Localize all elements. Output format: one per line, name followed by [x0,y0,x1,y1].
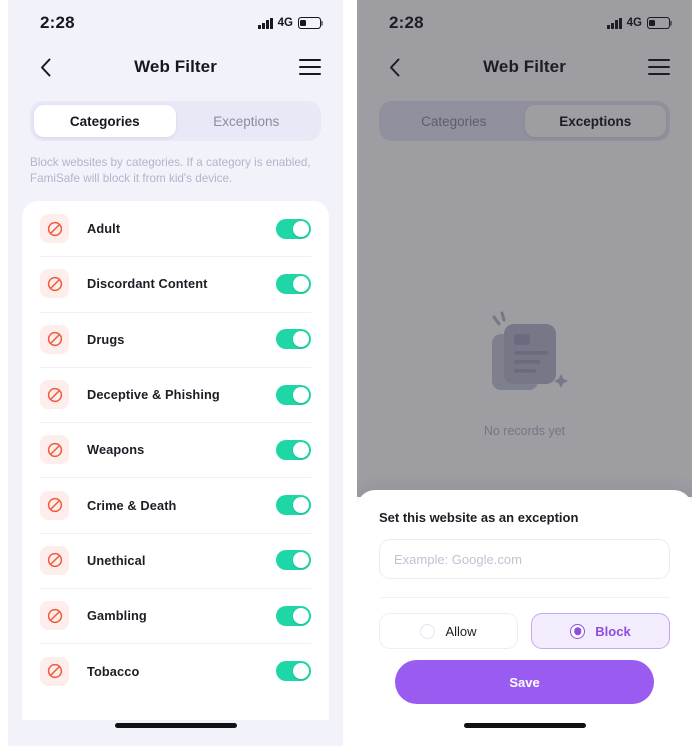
prohibition-icon [40,435,69,465]
chevron-left-icon [389,58,399,76]
category-label: Unethical [87,552,146,568]
page-title: Web Filter [483,57,566,76]
home-indicator-left [114,723,237,728]
category-label: Weapons [87,442,145,458]
save-button[interactable]: Save [395,660,654,704]
radio-allow-icon [420,623,436,639]
nav-bar-left: Web Filter [8,46,343,88]
sheet-divider [379,597,670,598]
option-allow-label: Allow [445,623,477,639]
category-label: Deceptive & Phishing [87,387,220,403]
category-label: Crime & Death [87,497,177,513]
category-toggle[interactable] [276,550,311,571]
status-bar-left: 2:28 4G [8,0,343,46]
back-button[interactable] [34,56,56,78]
category-row[interactable]: Crime & Death [22,477,329,532]
category-toggle[interactable] [276,661,311,682]
exception-bottom-sheet: Set this website as an exception Example… [357,490,692,746]
signal-bars-icon [258,17,273,29]
sheet-title: Set this website as an exception [379,510,579,525]
category-label: Discordant Content [87,276,208,292]
prohibition-icon [40,380,69,410]
documents-empty-icon [470,300,580,410]
website-url-placeholder: Example: Google.com [394,551,522,567]
signal-bars-icon [607,17,622,29]
status-bar-right: 2:28 4G [357,0,692,46]
category-toggle[interactable] [276,329,311,350]
prohibition-icon [40,214,69,244]
hamburger-menu-icon[interactable] [648,59,670,75]
category-row[interactable]: Unethical [22,532,329,588]
dual-phone-screenshot: 2:28 4G Web Filter Categories Exceptions… [0,0,700,746]
prohibition-icon [40,656,69,686]
permission-choices: Allow Block [379,613,670,649]
category-row[interactable]: Deceptive & Phishing [22,366,329,422]
prohibition-icon [40,269,69,299]
page-title: Web Filter [134,57,217,76]
option-block[interactable]: Block [531,613,670,649]
category-label: Drugs [87,331,125,347]
category-row[interactable]: Tobacco [22,643,329,698]
prohibition-icon [40,324,69,354]
category-toggle[interactable] [276,273,311,294]
status-time: 2:28 [389,13,424,32]
category-label: Adult [87,221,121,237]
tab-exceptions[interactable]: Exceptions [524,105,666,137]
tabs-container-left: Categories Exceptions [8,88,343,141]
hamburger-menu-icon[interactable] [299,59,321,75]
category-row[interactable]: Adult [22,201,329,256]
battery-icon [298,17,321,29]
phone-screen-categories: 2:28 4G Web Filter Categories Exceptions… [8,0,343,746]
home-indicator-right [463,723,586,728]
segmented-tabs-left: Categories Exceptions [30,101,321,141]
network-type-label: 4G [277,17,293,29]
prohibition-icon [40,490,69,520]
tab-exceptions[interactable]: Exceptions [176,105,318,137]
battery-icon [647,17,670,29]
tabs-container-right: Categories Exceptions [357,88,692,141]
category-toggle[interactable] [276,218,311,239]
option-block-label: Block [595,623,631,639]
status-time: 2:28 [40,13,75,32]
prohibition-icon [40,601,69,631]
network-type-label: 4G [626,17,642,29]
category-toggle[interactable] [276,384,311,405]
category-toggle[interactable] [276,605,311,626]
category-label: Tobacco [87,663,140,679]
status-indicators: 4G [258,17,321,29]
chevron-left-icon [40,58,50,76]
panel-gap [343,0,357,746]
category-row[interactable]: Weapons [22,422,329,477]
category-toggle[interactable] [276,439,311,460]
tab-categories[interactable]: Categories [34,105,176,137]
category-label: Gambling [87,608,147,624]
status-indicators: 4G [607,17,670,29]
category-row[interactable]: Gambling [22,588,329,643]
filter-description: Block websites by categories. If a categ… [30,156,311,185]
empty-state-label: No records yet [483,424,566,438]
category-row[interactable]: Discordant Content [22,256,329,311]
website-url-input[interactable]: Example: Google.com [379,539,670,579]
option-allow[interactable]: Allow [379,613,518,649]
nav-bar-right: Web Filter [357,46,692,88]
tab-categories[interactable]: Categories [383,105,525,137]
category-toggle[interactable] [276,495,311,516]
phone-screen-exceptions: 2:28 4G Web Filter Categories Exceptions… [357,0,692,746]
back-button[interactable] [383,56,405,78]
empty-state: No records yet [357,300,692,438]
category-list: Adult Discordant Content Drugs Deceptive & … [22,201,329,720]
radio-block-icon [570,623,586,639]
category-row[interactable]: Drugs [22,311,329,367]
segmented-tabs-right: Categories Exceptions [379,101,670,141]
prohibition-icon [40,545,69,575]
